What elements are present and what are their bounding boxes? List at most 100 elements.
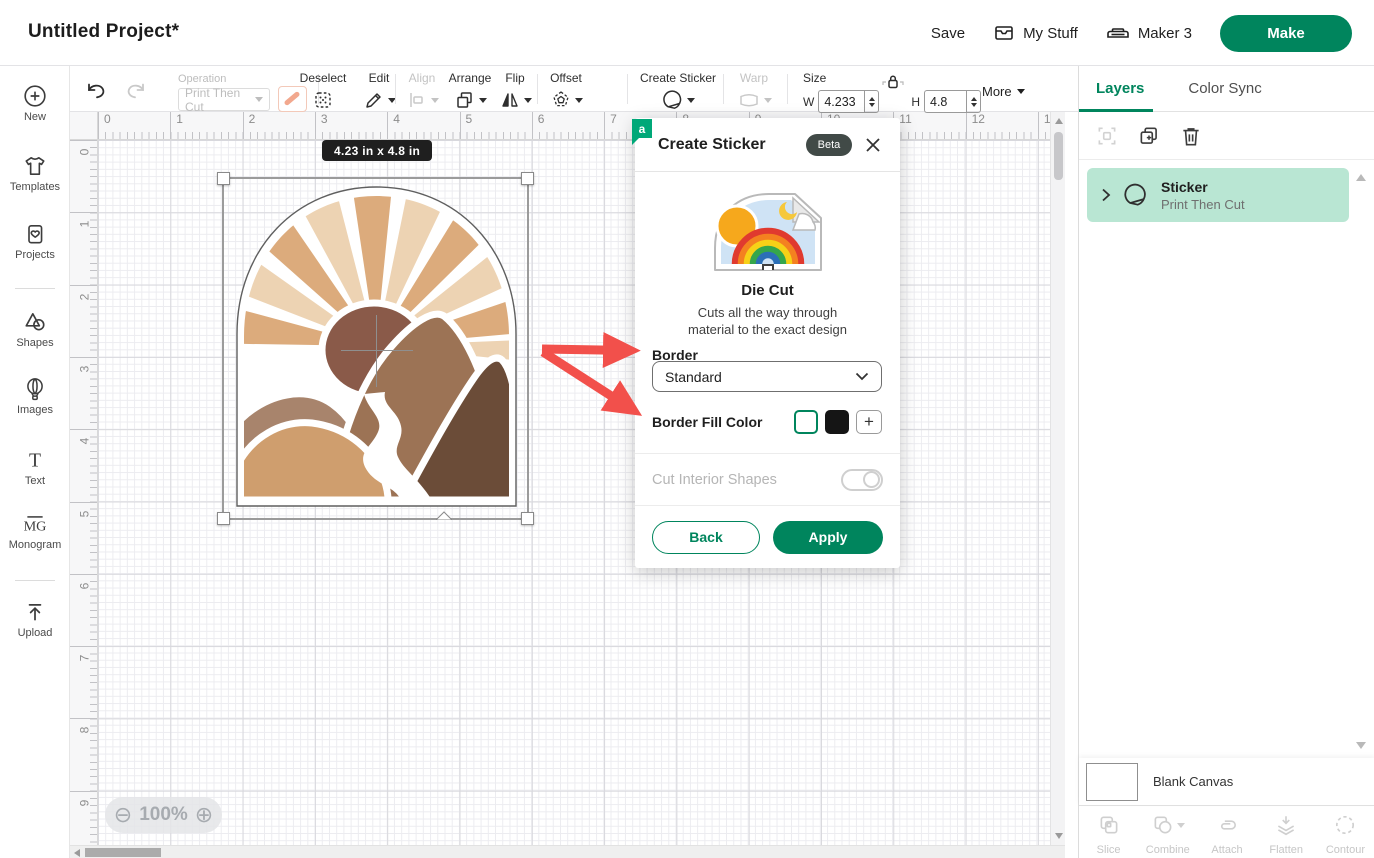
arrange-icon <box>442 89 498 111</box>
fill-swatch-black[interactable] <box>825 410 849 434</box>
flip-button[interactable]: Flip <box>494 71 536 111</box>
layer-item-sticker[interactable]: Sticker Print Then Cut <box>1087 168 1349 222</box>
scrollbar-thumb[interactable] <box>85 848 161 857</box>
sidebar-item-text[interactable]: T Text <box>0 448 70 487</box>
apply-button[interactable]: Apply <box>773 521 883 554</box>
undo-button[interactable] <box>84 80 110 102</box>
flip-icon <box>494 89 536 111</box>
sidebar-item-templates[interactable]: Templates <box>0 154 70 193</box>
annotation-marker: a <box>632 119 652 138</box>
width-stepper[interactable] <box>864 90 879 113</box>
ruler-number: 7 <box>70 646 98 665</box>
ruler-number: 9 <box>70 791 98 810</box>
sidebar-item-images[interactable]: Images <box>0 377 70 416</box>
resize-handle-top-left[interactable] <box>217 172 230 185</box>
trash-icon[interactable] <box>1179 124 1203 148</box>
create-sticker-panel: Create Sticker Beta <box>635 118 900 568</box>
sidebar-item-shapes[interactable]: Shapes <box>0 310 70 349</box>
tab-layers[interactable]: Layers <box>1096 80 1144 97</box>
ruler-number: 6 <box>532 112 545 140</box>
cut-interior-toggle[interactable] <box>841 469 883 491</box>
project-title[interactable]: Untitled Project* <box>28 21 179 43</box>
flip-label: Flip <box>505 71 524 85</box>
design-canvas[interactable]: 012345678910111213 0123456789 <box>70 112 1078 858</box>
arrange-button[interactable]: Arrange <box>442 71 498 111</box>
deselect-icon <box>292 89 354 111</box>
ruler-number: 7 <box>604 112 617 140</box>
shapes-icon <box>23 310 47 334</box>
height-input[interactable] <box>924 90 966 113</box>
sidebar-item-monogram[interactable]: MG Monogram <box>0 512 70 551</box>
chevron-down-icon <box>1017 89 1025 94</box>
text-icon: T <box>23 448 47 472</box>
scroll-up-icon[interactable] <box>1356 174 1366 181</box>
redo-button[interactable] <box>122 80 148 102</box>
resize-handle-top-right[interactable] <box>521 172 534 185</box>
flatten-button: Flatten <box>1257 806 1316 858</box>
add-color-button[interactable]: + <box>856 410 882 434</box>
deselect-button[interactable]: Deselect <box>292 71 354 111</box>
selection-box[interactable] <box>222 177 529 520</box>
sidebar-item-label: Monogram <box>0 539 70 551</box>
make-button[interactable]: Make <box>1220 15 1352 52</box>
sidebar-item-upload[interactable]: Upload <box>0 600 70 639</box>
offset-button[interactable]: Offset <box>540 71 592 111</box>
zoom-in-icon[interactable]: ⊕ <box>195 802 213 828</box>
edit-button[interactable]: Edit <box>354 71 404 111</box>
canvas-horizontal-scrollbar[interactable] <box>70 845 1065 858</box>
height-stepper[interactable] <box>966 90 981 113</box>
scroll-left-icon[interactable] <box>74 849 80 857</box>
my-stuff-button[interactable]: My Stuff <box>993 22 1078 44</box>
more-label: More <box>982 84 1012 99</box>
project-card-icon <box>23 222 47 246</box>
machine-select-button[interactable]: Maker 3 <box>1106 22 1192 44</box>
back-button[interactable]: Back <box>652 521 760 554</box>
edit-toolbar: Operation Print Then Cut Deselect Edit A… <box>70 66 1078 112</box>
die-cut-description: Cuts all the way through material to the… <box>635 304 900 338</box>
operation-select[interactable]: Print Then Cut <box>178 88 270 111</box>
cut-interior-label: Cut Interior Shapes <box>652 472 777 488</box>
offset-icon <box>540 89 592 111</box>
more-button[interactable]: More <box>982 84 1025 99</box>
resize-handle-bottom-right[interactable] <box>521 512 534 525</box>
resize-handle-bottom-left[interactable] <box>217 512 230 525</box>
slice-icon <box>1097 813 1121 837</box>
border-select[interactable]: Standard <box>652 361 882 392</box>
edit-label: Edit <box>369 71 390 85</box>
sidebar-item-label: Text <box>0 475 70 487</box>
ruler-corner <box>70 112 98 140</box>
die-cut-preview-image <box>707 188 829 276</box>
create-sticker-button[interactable]: Create Sticker <box>632 71 724 111</box>
hot-air-balloon-icon <box>23 377 47 401</box>
size-lock-button[interactable] <box>882 72 912 92</box>
width-input[interactable] <box>818 90 864 113</box>
chevron-down-icon <box>687 98 695 103</box>
upload-icon <box>23 600 47 624</box>
attach-button: Attach <box>1197 806 1256 858</box>
sidebar-item-label: Projects <box>0 249 70 261</box>
sidebar-item-projects[interactable]: Projects <box>0 222 70 261</box>
duplicate-icon[interactable] <box>1137 124 1161 148</box>
chevron-down-icon <box>524 98 532 103</box>
scrollbar-thumb[interactable] <box>1054 132 1063 180</box>
align-button: Align <box>398 71 446 111</box>
fill-swatch-white-selected[interactable] <box>794 410 818 434</box>
sidebar-item-new[interactable]: New <box>0 84 70 123</box>
ruler-number: 1 <box>70 212 98 231</box>
canvas-vertical-scrollbar[interactable] <box>1050 112 1065 845</box>
size-tooltip: 4.23 in x 4.8 in <box>322 140 432 161</box>
panel-header: Create Sticker Beta <box>635 118 900 172</box>
scroll-down-icon[interactable] <box>1356 742 1366 749</box>
scroll-up-icon[interactable] <box>1055 118 1063 124</box>
zoom-out-icon[interactable]: ⊖ <box>114 802 132 828</box>
tab-color-sync[interactable]: Color Sync <box>1188 80 1261 97</box>
close-icon[interactable] <box>864 136 882 154</box>
ruler-number: 0 <box>70 140 98 159</box>
save-button[interactable]: Save <box>931 25 965 42</box>
scroll-down-icon[interactable] <box>1055 833 1063 839</box>
border-fill-row: Border Fill Color + <box>652 410 882 434</box>
envelope-icon <box>993 22 1015 44</box>
chevron-right-icon[interactable] <box>1101 188 1111 202</box>
svg-text:T: T <box>29 451 41 472</box>
canvas-color-swatch[interactable] <box>1086 763 1138 801</box>
